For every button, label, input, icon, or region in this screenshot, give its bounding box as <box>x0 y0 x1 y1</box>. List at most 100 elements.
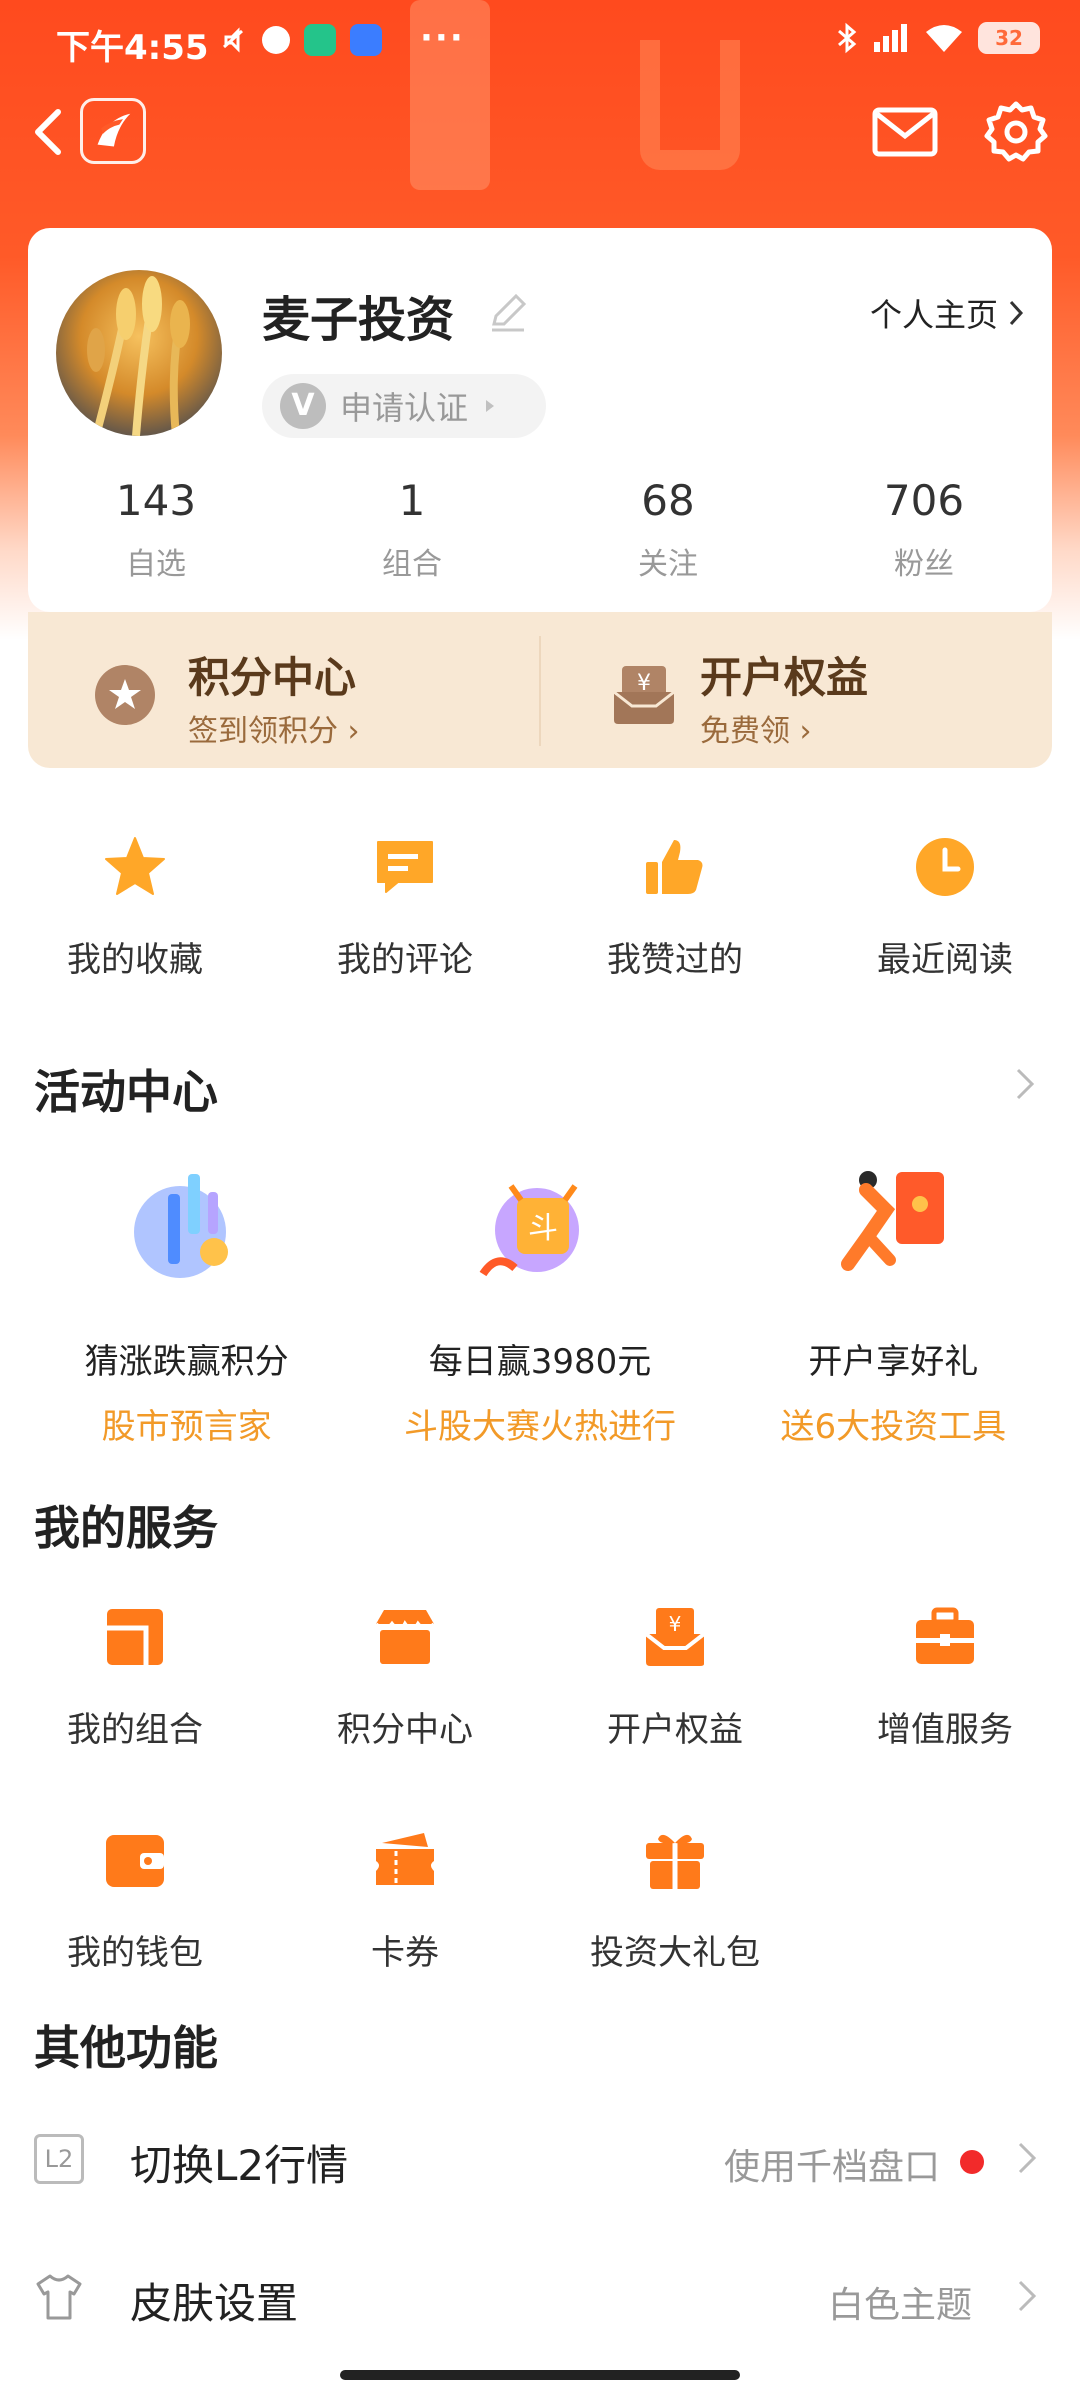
promo-subtitle: 免费领 › <box>700 714 812 749</box>
activity-daily-contest[interactable]: 斗 每日赢3980元 斗股大赛火热进行 <box>365 1164 715 1448</box>
row-value: 使用千档盘口 <box>723 2147 940 2188</box>
settings-button[interactable] <box>982 98 1050 166</box>
stat-watchlist[interactable]: 143 自选 <box>28 476 284 596</box>
clock-icon <box>916 838 974 896</box>
l2-market-row[interactable]: L2 切换L2行情 使用千档盘口 <box>0 2108 1080 2208</box>
account-benefits-card[interactable]: ¥ 开户权益 免费领 › <box>540 612 1052 768</box>
l2-icon-text: L2 <box>44 2145 74 2173</box>
activity-list: 猜涨跌赢积分 股市预言家 斗 每日赢3980元 斗股大赛火热进行 开户享好礼 送… <box>0 1164 1080 1448</box>
activity-title: 开户享好礼 <box>808 1342 979 1382</box>
yuan-box-icon: ¥ <box>644 1608 706 1666</box>
activity-center-more-button[interactable] <box>1010 1064 1040 1104</box>
service-investment-gift[interactable]: 投资大礼包 <box>540 1827 810 1974</box>
apply-verification-button[interactable]: V 申请认证 <box>262 374 546 438</box>
promo-subtitle: 签到领积分 › <box>188 714 360 749</box>
service-label: 增值服务 <box>877 1710 1013 1750</box>
stat-following[interactable]: 68 关注 <box>540 476 796 596</box>
row-label: 切换L2行情 <box>130 2141 349 2190</box>
ticket-icon <box>376 1833 434 1885</box>
red-envelope-illustration <box>841 1171 945 1271</box>
status-time: 下午4:55 <box>56 28 209 68</box>
wechat-app-icon <box>304 24 336 56</box>
mute-icon <box>223 27 243 53</box>
activity-guess-market[interactable]: 猜涨跌赢积分 股市预言家 <box>12 1164 362 1448</box>
service-label: 我的钱包 <box>67 1933 203 1973</box>
bluetooth-icon <box>838 22 857 54</box>
edit-name-icon[interactable] <box>486 290 530 334</box>
yuan-box-icon: ¥ <box>613 666 675 724</box>
gift-icon <box>646 1834 704 1889</box>
services-grid: 我的组合 积分中心 ¥ 开户权益 增值服务 我的钱包 卡券 投资大礼包 <box>0 1604 1080 1974</box>
stat-portfolio[interactable]: 1 组合 <box>284 476 540 596</box>
battery-icon: 32 <box>978 22 1040 54</box>
service-value-added[interactable]: 增值服务 <box>810 1604 1080 1751</box>
stat-value: 1 <box>398 476 426 525</box>
quick-link-label: 最近阅读 <box>877 940 1013 980</box>
my-services-title: 我的服务 <box>34 1501 218 1555</box>
status-notification-icons <box>218 24 382 56</box>
service-coupons[interactable]: 卡券 <box>270 1827 540 1974</box>
other-functions-title: 其他功能 <box>34 2021 218 2075</box>
stat-value: 143 <box>115 476 197 525</box>
service-label: 我的组合 <box>67 1710 203 1750</box>
skin-settings-row[interactable]: 皮肤设置 白色主题 <box>0 2246 1080 2346</box>
top-nav <box>0 88 1080 176</box>
svg-text:斗: 斗 <box>528 1211 558 1246</box>
points-center-card[interactable]: 积分中心 签到领积分 › <box>28 612 540 768</box>
bull-bear-illustration: 斗 <box>479 1184 579 1277</box>
promo-title: 积分中心 <box>188 653 357 702</box>
shirt-icon <box>36 2274 82 2320</box>
stat-label: 自选 <box>126 547 186 582</box>
notification-dot <box>960 2150 984 2174</box>
app-logo-icon <box>80 98 146 164</box>
chevron-right-icon <box>1018 2142 1037 2174</box>
promo-title: 开户权益 <box>700 653 869 702</box>
status-system-icons: 32 <box>836 22 1040 54</box>
quick-link-liked[interactable]: 我赞过的 <box>540 834 810 981</box>
stat-label: 关注 <box>638 547 698 582</box>
service-label: 积分中心 <box>337 1710 473 1750</box>
quick-link-recent-reading[interactable]: 最近阅读 <box>810 834 1080 981</box>
stat-value: 706 <box>883 476 965 525</box>
quick-link-label: 我的评论 <box>337 940 473 980</box>
activity-center-title: 活动中心 <box>34 1065 218 1119</box>
verify-label: 申请认证 <box>340 389 469 427</box>
service-my-wallet[interactable]: 我的钱包 <box>0 1827 270 1974</box>
activity-subtitle: 送6大投资工具 <box>780 1407 1007 1447</box>
promo-strip: 积分中心 签到领积分 › ¥ 开户权益 免费领 › <box>28 612 1052 768</box>
chevron-right-icon <box>1009 300 1024 326</box>
activity-open-account[interactable]: 开户享好礼 送6大投资工具 <box>718 1164 1068 1448</box>
svg-text:¥: ¥ <box>669 1612 682 1636</box>
service-points-center[interactable]: 积分中心 <box>270 1604 540 1751</box>
personal-homepage-link[interactable]: 个人主页 <box>870 290 1024 336</box>
quick-link-comments[interactable]: 我的评论 <box>270 834 540 981</box>
star-badge-icon <box>95 665 155 725</box>
star-icon <box>105 837 165 895</box>
homepage-link-label: 个人主页 <box>869 296 998 334</box>
back-button[interactable] <box>22 102 78 162</box>
triangle-right-icon <box>486 400 495 412</box>
status-bar: 下午4:55 ··· 32 <box>0 0 1080 84</box>
promo-subtitle-text: 免费领 <box>700 714 790 749</box>
more-notifications-icon: ··· <box>420 18 465 58</box>
shield-app-icon <box>350 24 382 56</box>
service-my-portfolio[interactable]: 我的组合 <box>0 1604 270 1751</box>
service-account-benefits[interactable]: ¥ 开户权益 <box>540 1604 810 1751</box>
stock-chart-illustration <box>133 1174 228 1278</box>
mail-button[interactable] <box>870 102 940 162</box>
quick-link-favorites[interactable]: 我的收藏 <box>0 834 270 981</box>
signal-icon <box>874 24 907 52</box>
avatar[interactable] <box>56 270 222 436</box>
stat-followers[interactable]: 706 粉丝 <box>796 476 1052 596</box>
store-icon <box>374 1610 436 1664</box>
l2-icon: L2 <box>34 2134 84 2184</box>
promo-subtitle-text: 签到领积分 <box>188 714 338 749</box>
profile-card: 麦子投资 个人主页 V 申请认证 143 自选 1 组合 68 关注 706 粉… <box>28 228 1052 612</box>
service-label: 开户权益 <box>607 1710 743 1750</box>
chevron-right-icon <box>1018 2280 1037 2312</box>
wheat-avatar-image <box>87 276 190 436</box>
stat-label: 粉丝 <box>894 547 954 582</box>
activity-subtitle: 股市预言家 <box>101 1407 272 1447</box>
row-label: 皮肤设置 <box>130 2279 299 2328</box>
home-indicator[interactable] <box>340 2370 740 2380</box>
